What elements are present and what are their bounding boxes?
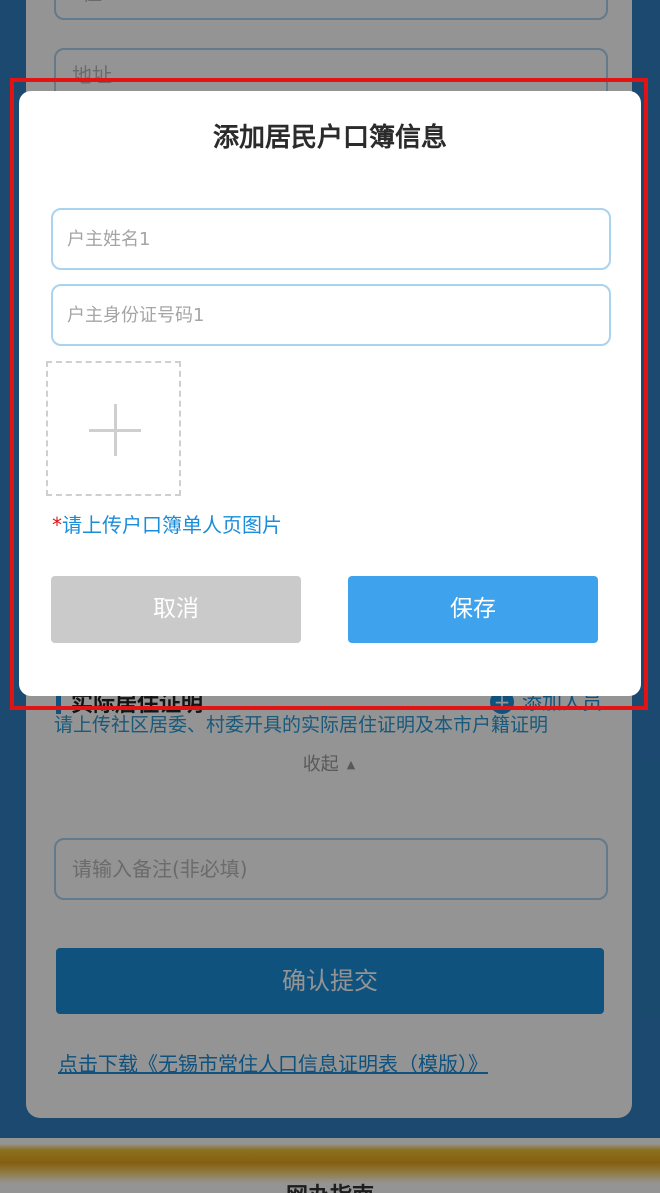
upload-hint: *请上传户口簿单人页图片 bbox=[52, 509, 282, 538]
cancel-button[interactable]: 取消 bbox=[51, 576, 301, 643]
required-mark: * bbox=[52, 513, 62, 537]
householder-name-input[interactable] bbox=[51, 208, 611, 270]
add-household-register-dialog: 添加居民户口簿信息 *请上传户口簿单人页图片 取消 保存 bbox=[19, 91, 641, 696]
plus-icon-vertical bbox=[114, 404, 117, 456]
householder-id-input[interactable] bbox=[51, 284, 611, 346]
save-button[interactable]: 保存 bbox=[348, 576, 598, 643]
image-upload-box[interactable] bbox=[46, 361, 181, 496]
upload-hint-text: 请上传户口簿单人页图片 bbox=[62, 513, 282, 537]
dialog-title: 添加居民户口簿信息 bbox=[212, 123, 447, 153]
